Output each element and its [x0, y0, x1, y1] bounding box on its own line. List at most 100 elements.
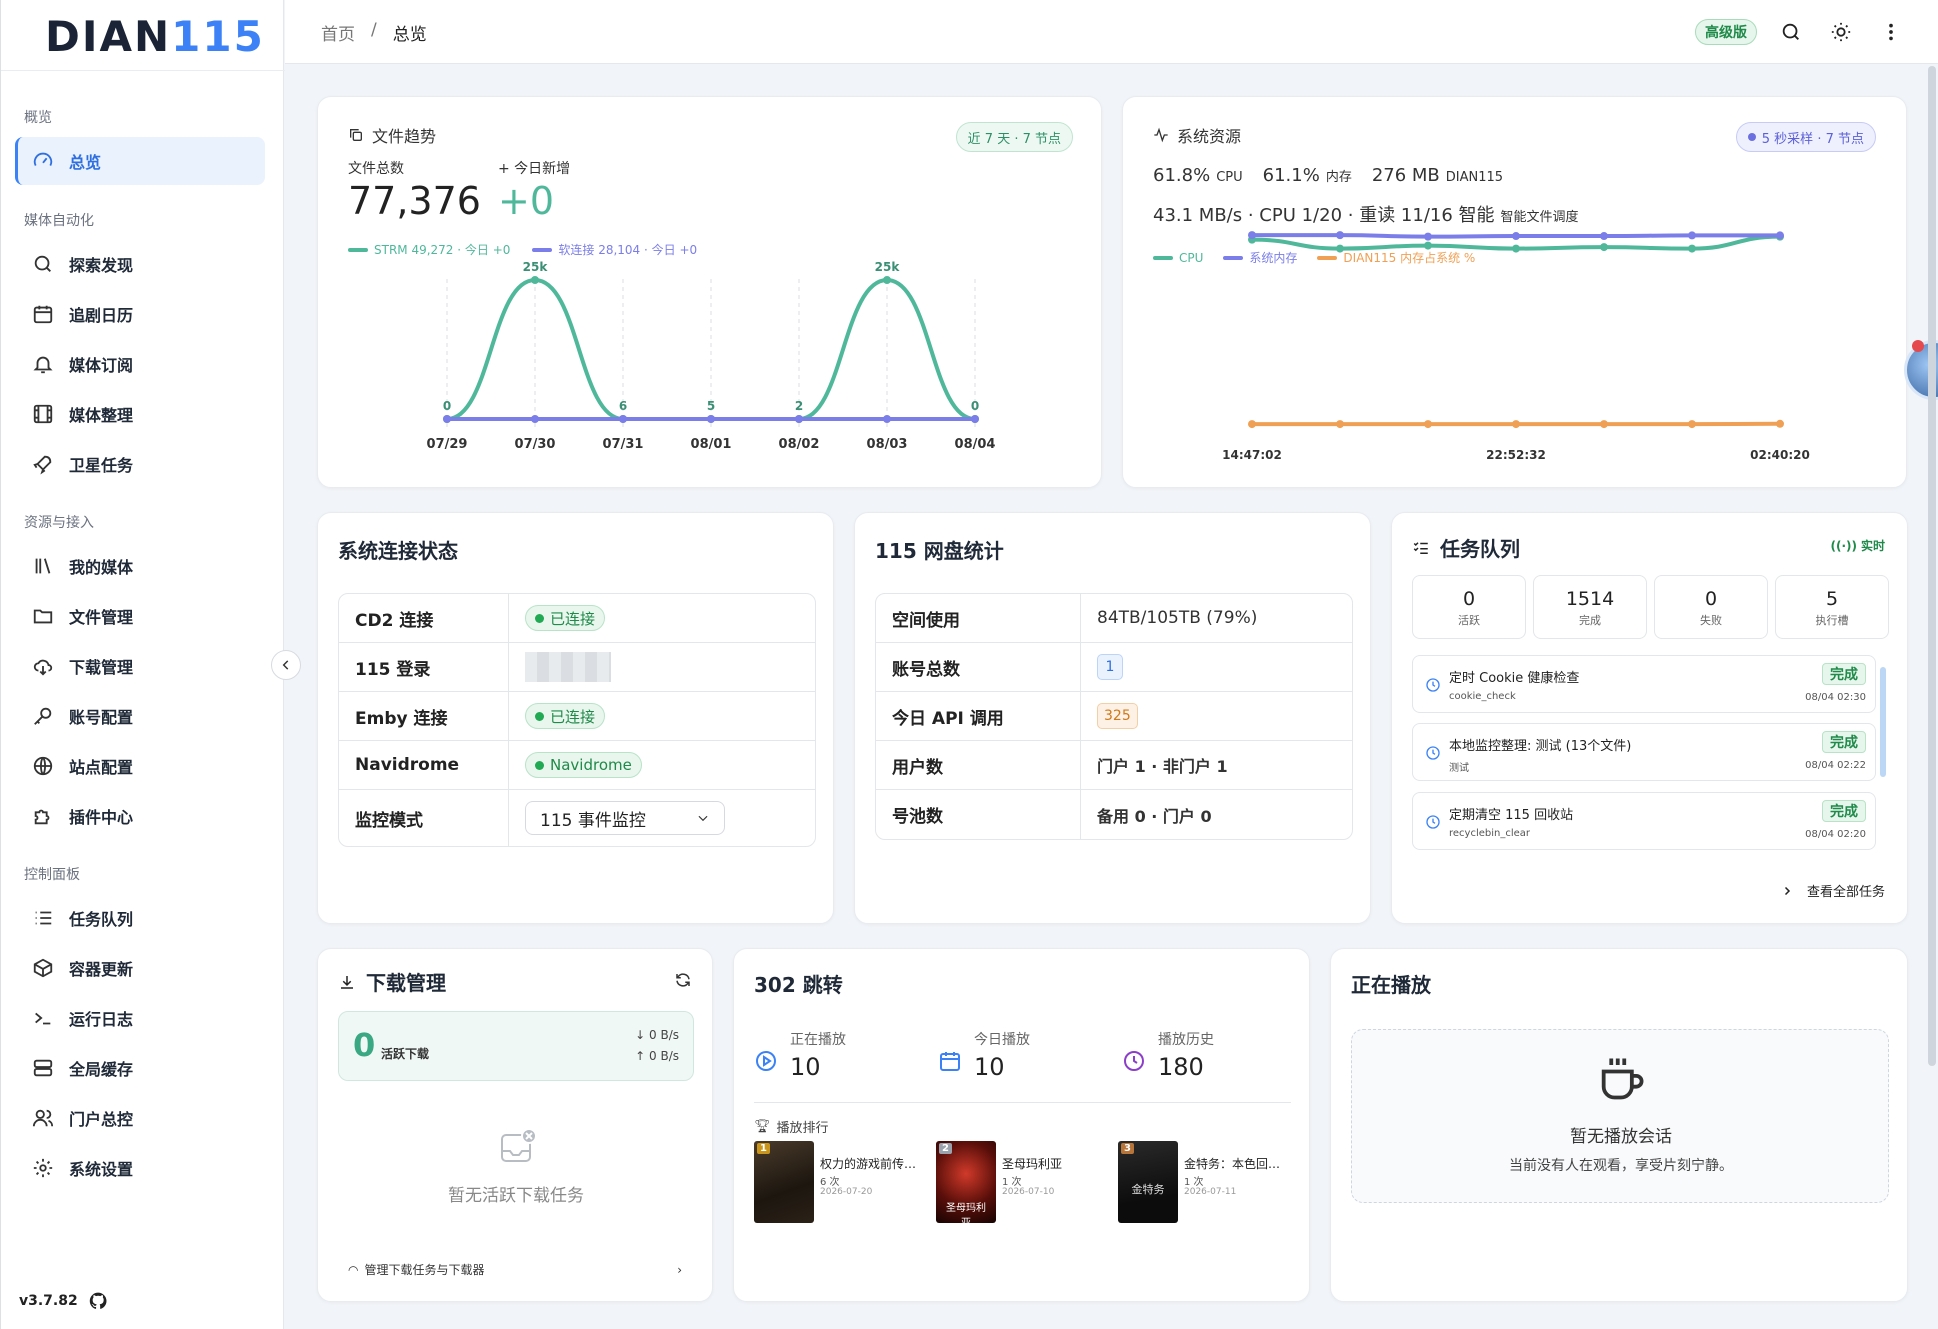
- data-point: [1776, 419, 1784, 428]
- rank-title: 🏆︎ 播放排行: [754, 1119, 829, 1136]
- data-point: [1776, 231, 1784, 240]
- search-icon: [31, 252, 55, 276]
- disk-stats-card: 115 网盘统计 空间使用 84TB/105TB (79%) 账号总数 1 今日 A…: [854, 512, 1371, 924]
- status-badge: 完成: [1822, 663, 1866, 685]
- task-queue-card: 任务队列 ((·)) 实时 0 活跃 1514 完成 0 失败 5 执行槽 定时 Cook…: [1391, 512, 1908, 924]
- more-vertical-icon[interactable]: [1879, 20, 1903, 44]
- rank-item[interactable]: 2 圣母玛利亚 圣母玛利亚 1 次 2026-07-10: [936, 1141, 1118, 1229]
- rocket-icon: [31, 452, 55, 476]
- broadcast-icon: ((·)): [1830, 538, 1857, 553]
- theme-sun-icon[interactable]: [1829, 20, 1853, 44]
- x-tick-label: 07/31: [603, 437, 644, 452]
- active-download-summary: 0 活跃下载 ↓ 0 B/s ↑ 0 B/s: [338, 1011, 694, 1081]
- table-row: 用户数 门户 1 · 非门户 1: [876, 741, 1352, 790]
- connection-status-card: 系统连接状态 CD2 连接 已连接 115 登录 Emby 连接 已连接 Navid…: [317, 512, 834, 924]
- search-icon[interactable]: [1779, 20, 1803, 44]
- task-item[interactable]: 定期清空 115 回收站 recyclebin_clear 完成 08/04 02:…: [1412, 792, 1876, 850]
- download-speed: ↓ 0 B/s: [635, 1028, 679, 1042]
- data-point: [1512, 420, 1520, 429]
- now-playing-card: 正在播放 暂无播放会话 当前没有人在观看，享受片刻宁静。: [1330, 948, 1908, 1302]
- sidebar-item-my-media[interactable]: 我的媒体: [15, 542, 265, 590]
- sidebar-item-calendar[interactable]: 追剧日历: [15, 290, 265, 338]
- sidebar-item-plugins[interactable]: 插件中心: [15, 792, 265, 840]
- sidebar-item-satellite[interactable]: 卫星任务: [15, 440, 265, 488]
- task-item[interactable]: 本地监控整理: 测试 (13个文件) 测试 完成 08/04 02:22: [1412, 723, 1876, 781]
- data-point: [443, 415, 451, 423]
- sidebar-item-files[interactable]: 文件管理: [15, 592, 265, 640]
- sidebar-item-overview[interactable]: 总览: [15, 137, 265, 185]
- calendar-icon: [940, 1052, 960, 1071]
- users-icon: [31, 1106, 55, 1130]
- stat-now-playing: 正在播放 10: [754, 1029, 938, 1099]
- gauge-icon: [31, 149, 55, 173]
- manage-downloads-link[interactable]: ◠ 管理下载任务与下载器 ›: [348, 1261, 682, 1278]
- card-title: 正在播放: [1351, 973, 1431, 997]
- table-row: 监控模式 115 事件监控: [339, 790, 815, 846]
- data-point: [1600, 232, 1608, 241]
- rank-list: 1 权力的游戏前传… 6 次 2026-07-20 2 圣母玛利亚 圣母玛利亚 …: [754, 1141, 1300, 1229]
- data-label: 0: [443, 399, 451, 413]
- sidebar-item-settings[interactable]: 系统设置: [15, 1144, 265, 1192]
- app-logo[interactable]: DIAN 115: [45, 12, 265, 61]
- table-row: Navidrome Navidrome: [339, 741, 815, 790]
- sidebar-item-subscribe[interactable]: 媒体订阅: [15, 340, 265, 388]
- folder-icon: [31, 604, 55, 628]
- sidebar-item-downloads[interactable]: 下载管理: [15, 642, 265, 690]
- download-icon: [341, 975, 353, 989]
- section-control: 控制面板: [24, 867, 80, 883]
- sidebar-item-logs[interactable]: 运行日志: [15, 994, 265, 1042]
- server-icon: [31, 1056, 55, 1080]
- sidebar-item-container-update[interactable]: 容器更新: [15, 944, 265, 992]
- data-point: [1336, 244, 1344, 253]
- page-scrollbar[interactable]: [1928, 66, 1936, 1066]
- system-resource-chart: 14:47:02 22:52:32 02:40:20: [1222, 231, 1810, 462]
- data-point: [1424, 420, 1432, 429]
- clock-icon: [1426, 678, 1440, 692]
- refresh-icon[interactable]: [674, 971, 692, 989]
- account-count-badge: 1: [1097, 654, 1123, 680]
- coffee-cup-icon: [1595, 1052, 1647, 1104]
- x-tick-label: 07/29: [427, 437, 468, 452]
- x-tick-label: 08/02: [779, 437, 820, 452]
- cloud-download-icon: [31, 654, 55, 678]
- rank-item[interactable]: 3 金特务 金特务：本色回… 1 次 2026-07-11: [1118, 1141, 1300, 1225]
- status-badge: 已连接: [525, 703, 606, 729]
- table-row: 空间使用 84TB/105TB (79%): [876, 594, 1352, 643]
- sidebar: DIAN 115 概览 总览 媒体自动化 探索发现 追剧日历 媒体订阅 媒体整理 …: [0, 0, 285, 1329]
- sidebar-item-discover[interactable]: 探索发现: [15, 240, 265, 288]
- data-point: [1600, 243, 1608, 252]
- rank-item[interactable]: 1 权力的游戏前传… 6 次 2026-07-20: [754, 1141, 936, 1225]
- x-tick-label: 22:52:32: [1486, 448, 1546, 462]
- status-badge: 完成: [1822, 731, 1866, 753]
- section-resources: 资源与接入: [24, 515, 94, 531]
- redirect-stats: 正在播放 10 今日播放 10 播放历史 180: [754, 1029, 1306, 1099]
- info-icon: ◠: [348, 1262, 359, 1277]
- data-point: [707, 415, 715, 423]
- sidebar-item-portal[interactable]: 门户总控: [15, 1094, 265, 1142]
- data-label: 25k: [875, 260, 901, 274]
- divider: [754, 1102, 1291, 1103]
- clock-icon: [1426, 815, 1440, 829]
- trophy-icon: 🏆︎: [754, 1119, 771, 1134]
- sidebar-item-sites[interactable]: 站点配置: [15, 742, 265, 790]
- crumb-home[interactable]: 首页: [321, 20, 355, 45]
- task-item[interactable]: 定时 Cookie 健康检查 cookie_check 完成 08/04 02:30: [1412, 655, 1876, 713]
- card-title: 302 跳转: [754, 973, 843, 997]
- status-badge: 完成: [1822, 800, 1866, 822]
- sidebar-item-accounts[interactable]: 账号配置: [15, 692, 265, 740]
- sidebar-item-cache[interactable]: 全局缓存: [15, 1044, 265, 1092]
- sidebar-item-task-queue[interactable]: 任务队列: [15, 894, 265, 942]
- topbar: 首页 / 总览 高级版: [285, 0, 1938, 64]
- clock-icon: [1124, 1051, 1144, 1071]
- monitor-mode-select[interactable]: 115 事件监控: [525, 801, 725, 835]
- table-row: 今日 API 调用 325: [876, 692, 1352, 741]
- sidebar-item-organize[interactable]: 媒体整理: [15, 390, 265, 438]
- github-icon[interactable]: [88, 1291, 108, 1311]
- view-all-tasks-link[interactable]: 查看全部任务: [1781, 881, 1885, 900]
- data-label: 0: [971, 399, 979, 413]
- data-point: [1248, 420, 1256, 429]
- data-point: [1600, 420, 1608, 429]
- data-point: [971, 415, 979, 423]
- task-scrollbar[interactable]: [1880, 655, 1886, 865]
- sidebar-collapse-button[interactable]: [271, 650, 301, 680]
